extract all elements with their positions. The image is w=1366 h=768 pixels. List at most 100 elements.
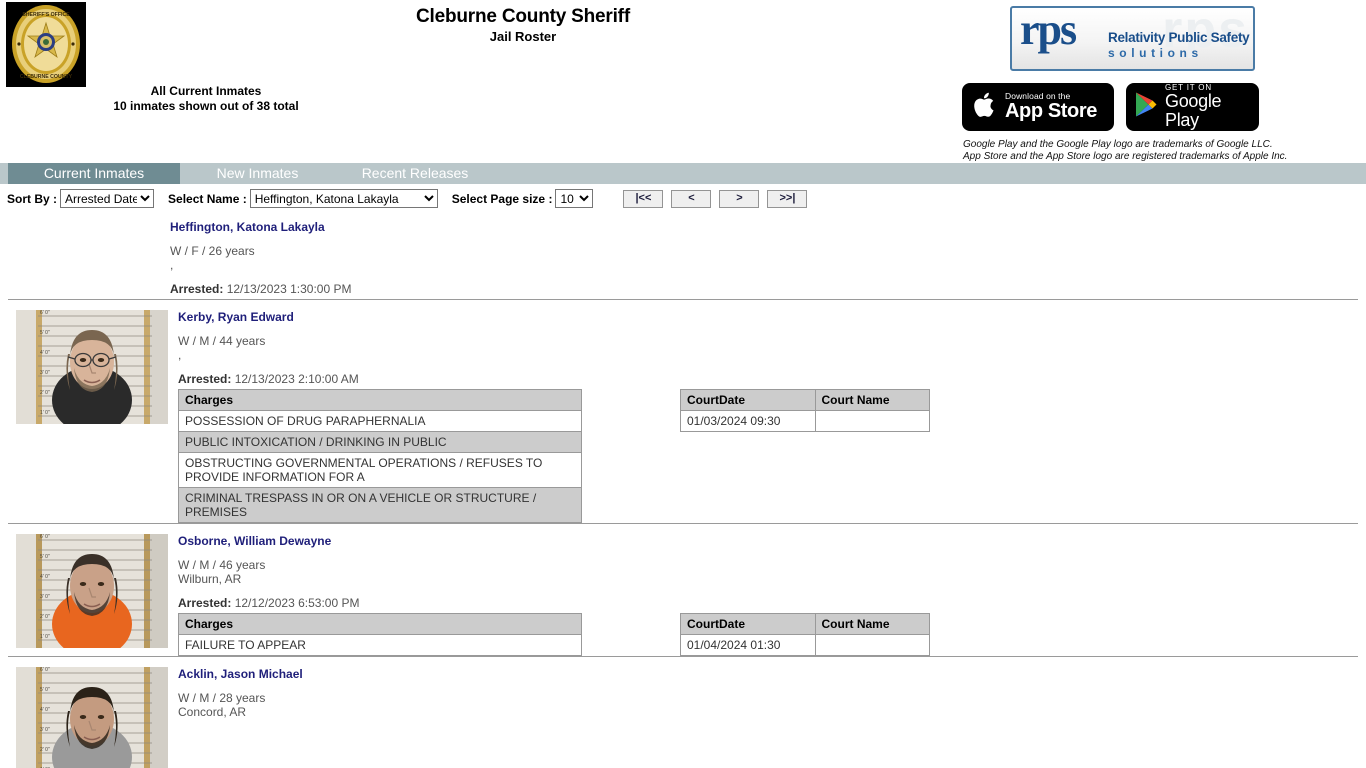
svg-text:3' 0": 3' 0" [40, 370, 50, 376]
page-subtitle: Jail Roster [489, 29, 557, 44]
rps-tagline-line2: solutions [1108, 46, 1203, 60]
inmate-city-state: Wilburn, AR [178, 572, 242, 586]
court-date-column-header: CourtDate [680, 389, 816, 411]
table-header-row: CourtDate Court Name [680, 613, 931, 635]
court-table: CourtDate Court Name 01/04/2024 01:30 [680, 613, 931, 656]
svg-text:3' 0": 3' 0" [40, 727, 50, 733]
svg-text:SHERIFF'S OFFICE: SHERIFF'S OFFICE [22, 12, 70, 18]
charge-cell: PUBLIC INTOXICATION / DRINKING IN PUBLIC [178, 431, 582, 453]
inmate-demographics: W / M / 46 years [178, 558, 266, 572]
arrested-value: 12/12/2023 6:53:00 PM [231, 596, 360, 610]
inmate-info-cell: Heffington, Katona Lakayla W / F / 26 yea… [170, 216, 1366, 299]
inmate-arrested-info: Arrested: 12/13/2023 1:30:00 PM [170, 282, 1366, 296]
inmate-photo-cell [0, 216, 170, 299]
app-store-button[interactable]: Download on the App Store [962, 83, 1114, 131]
charges-table: Charges FAILURE TO APPEAR [178, 613, 582, 656]
charge-cell: FAILURE TO APPEAR [178, 634, 582, 656]
inmate-info-cell: Osborne, William Dewayne W / M / 46 years… [178, 530, 1358, 656]
sort-by-select[interactable]: Arrested DateNameAge [60, 189, 155, 208]
google-play-icon [1134, 91, 1158, 123]
inmate-name-link[interactable]: Heffington, Katona Lakayla [170, 220, 325, 234]
select-name-select[interactable]: Heffington, Katona LakaylaKerby, Ryan Ed… [249, 189, 438, 208]
pager-next-button[interactable]: > [719, 189, 760, 208]
svg-text:3' 0": 3' 0" [40, 594, 50, 600]
select-name-label: Select Name : [168, 191, 247, 206]
inmate-mugshot[interactable]: 6' 0"5' 0"4' 0"3' 0"2' 0"1' 0" [16, 667, 168, 768]
filter-bar: Sort By : Arrested DateNameAge Select Na… [0, 187, 1366, 210]
table-header-row: CourtDate Court Name [680, 389, 931, 411]
inmate-demographics: W / F / 26 years [170, 244, 255, 258]
inmate-city-state: , [170, 258, 174, 272]
page-title-block: Cleburne County Sheriff Jail Roster [298, 6, 748, 45]
inmate-record: 6' 0" 5' 0" 4' 0" 3' 0" 2' 0" 1' 0" Osborne, … [8, 523, 1358, 656]
tab-current-inmates[interactable]: Current Inmates [8, 163, 180, 184]
svg-text:4' 0": 4' 0" [40, 574, 50, 580]
svg-text:5' 0": 5' 0" [40, 554, 50, 560]
trademark-line-1: Google Play and the Google Play logo are… [963, 139, 1273, 150]
inmate-tables: Charges FAILURE TO APPEAR CourtDate Court N… [178, 613, 1358, 656]
page-header: SHERIFF'S OFFICE CLEBURNE COUNTY Cleburn… [0, 0, 1366, 163]
pager-first-button[interactable]: |<< [623, 189, 664, 208]
sheriff-badge-icon: SHERIFF'S OFFICE CLEBURNE COUNTY [6, 2, 86, 87]
inmate-mugshot[interactable]: 6' 0" 5' 0" 4' 0" 3' 0" 2' 0" 1' 0" [16, 310, 168, 424]
court-date-cell: 01/04/2024 01:30 [680, 634, 816, 656]
rps-tagline-line1: Relativity Public Safety [1108, 30, 1250, 45]
table-row: FAILURE TO APPEAR [178, 634, 582, 656]
inmate-mugshot[interactable]: 6' 0" 5' 0" 4' 0" 3' 0" 2' 0" 1' 0" [16, 534, 168, 648]
svg-text:4' 0": 4' 0" [40, 350, 50, 356]
svg-text:6' 0": 6' 0" [40, 310, 50, 316]
page-title: Cleburne County Sheriff [416, 6, 630, 27]
svg-text:2' 0": 2' 0" [40, 747, 50, 753]
inmate-name-link[interactable]: Acklin, Jason Michael [178, 667, 303, 681]
app-store-big-label: App Store [1005, 99, 1097, 122]
pager-prev-button[interactable]: < [671, 189, 712, 208]
roster-scope-label: All Current Inmates [150, 84, 262, 98]
page-size-label: Select Page size : [451, 191, 553, 206]
inmate-tables: Charges POSSESSION OF DRUG PARAPHERNALIA P… [178, 389, 1358, 523]
tab-bar-spacer [0, 163, 8, 184]
inmate-roster-list: Heffington, Katona Lakayla W / F / 26 yea… [0, 210, 1366, 768]
charge-cell: CRIMINAL TRESPASS IN OR ON A VEHICLE OR … [178, 487, 582, 523]
rps-logo: rps rps Relativity Public Safety solutio… [1010, 6, 1255, 71]
svg-text:1' 0": 1' 0" [40, 410, 50, 416]
court-name-cell [814, 634, 931, 656]
arrested-label: Arrested: [178, 596, 232, 610]
svg-text:2' 0": 2' 0" [40, 614, 50, 620]
table-row: POSSESSION OF DRUG PARAPHERNALIA [178, 410, 582, 432]
court-table: CourtDate Court Name 01/03/2024 09:30 [680, 389, 931, 432]
inmate-info-cell: Acklin, Jason Michael W / M / 28 years Con… [178, 663, 1358, 768]
sort-by-label: Sort By : [7, 191, 58, 206]
arrested-label: Arrested: [170, 282, 224, 296]
inmate-photo-cell: 6' 0"5' 0"4' 0"3' 0"2' 0"1' 0" [8, 663, 178, 768]
svg-text:1' 0": 1' 0" [40, 634, 50, 640]
arrested-value: 12/13/2023 2:10:00 AM [231, 372, 359, 386]
inmate-arrested-info: Arrested: 12/13/2023 2:10:00 AM [178, 372, 1358, 386]
table-row: CRIMINAL TRESPASS IN OR ON A VEHICLE OR … [178, 487, 582, 523]
charge-cell: POSSESSION OF DRUG PARAPHERNALIA [178, 410, 582, 432]
pager-last-button[interactable]: >>| [767, 189, 808, 208]
svg-text:2' 0": 2' 0" [40, 390, 50, 396]
inmate-name-link[interactable]: Kerby, Ryan Edward [178, 310, 294, 324]
google-play-button[interactable]: GET IT ON Google Play [1126, 83, 1259, 131]
inmate-record: Heffington, Katona Lakayla W / F / 26 yea… [0, 210, 1366, 299]
inmate-name-link[interactable]: Osborne, William Dewayne [178, 534, 331, 548]
google-play-label: GET IT ON Google Play [1165, 83, 1259, 131]
inmate-photo-cell: 6' 0" 5' 0" 4' 0" 3' 0" 2' 0" 1' 0" [8, 530, 178, 656]
inmate-demographics: W / M / 28 years [178, 691, 266, 705]
svg-text:5' 0": 5' 0" [40, 330, 50, 336]
court-name-column-header: Court Name [814, 389, 931, 411]
inmate-demographics: W / M / 44 years [178, 334, 266, 348]
table-header-row: Charges [178, 613, 582, 635]
roster-summary: All Current Inmates 10 inmates shown out… [56, 84, 356, 114]
tab-recent-releases[interactable]: Recent Releases [335, 163, 495, 184]
google-play-big-label: Google Play [1165, 91, 1222, 131]
svg-text:6' 0": 6' 0" [40, 534, 50, 540]
inmate-arrested-info: Arrested: 12/12/2023 6:53:00 PM [178, 596, 1358, 610]
tab-new-inmates[interactable]: New Inmates [180, 163, 335, 184]
svg-text:5' 0": 5' 0" [40, 687, 50, 693]
roster-count-label: 10 inmates shown out of 38 total [113, 99, 299, 113]
table-row: OBSTRUCTING GOVERNMENTAL OPERATIONS / RE… [178, 452, 582, 488]
charges-table: Charges POSSESSION OF DRUG PARAPHERNALIA P… [178, 389, 582, 523]
trademark-line-2: App Store and the App Store logo are reg… [963, 151, 1288, 162]
page-size-select[interactable]: 102550100 [555, 189, 594, 208]
